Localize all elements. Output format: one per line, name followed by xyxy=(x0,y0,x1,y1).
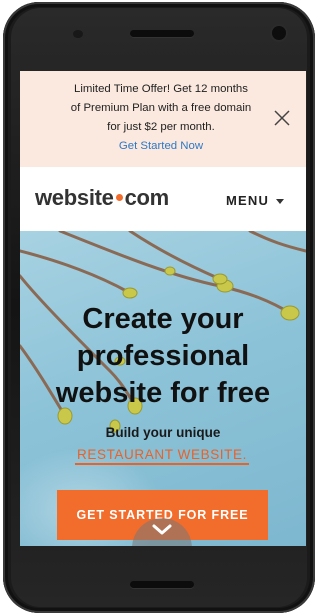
hero-title-line: website for free xyxy=(55,377,271,409)
earpiece-speaker xyxy=(130,30,194,37)
logo-text-right: com xyxy=(124,185,170,210)
menu-button[interactable]: MENU xyxy=(226,193,269,208)
hero-title: Create your professional website for fre… xyxy=(20,301,306,412)
close-icon[interactable] xyxy=(273,109,291,127)
proximity-sensor xyxy=(73,30,83,38)
logo-text-left: website xyxy=(35,185,114,210)
chevron-down-icon xyxy=(152,524,172,535)
hero-section: Create your professional website for fre… xyxy=(20,231,306,546)
promo-banner: Limited Time Offer! Get 12 months of Pre… xyxy=(20,71,306,167)
phone-screen: Limited Time Offer! Get 12 months of Pre… xyxy=(20,71,306,546)
site-header: website com MENU xyxy=(20,167,306,231)
logo-dot-icon xyxy=(115,193,123,201)
site-logo[interactable]: website com xyxy=(35,185,169,211)
hero-title-line: professional xyxy=(76,340,250,372)
promo-text: Limited Time Offer! Get 12 months of Pre… xyxy=(46,80,276,156)
caret-down-icon[interactable] xyxy=(276,199,284,204)
hero-subtitle: Build your unique xyxy=(105,425,221,440)
hero-highlight: RESTAURANT WEBSITE. xyxy=(75,447,249,465)
hero-title-line: Create your xyxy=(82,303,244,335)
get-started-now-link[interactable]: Get Started Now xyxy=(46,137,276,156)
promo-line: Limited Time Offer! Get 12 months xyxy=(74,83,248,95)
front-camera xyxy=(272,26,286,40)
promo-line: of Premium Plan with a free domain xyxy=(70,102,252,114)
promo-line: for just $2 per month. xyxy=(107,121,215,133)
bottom-speaker xyxy=(130,581,194,588)
